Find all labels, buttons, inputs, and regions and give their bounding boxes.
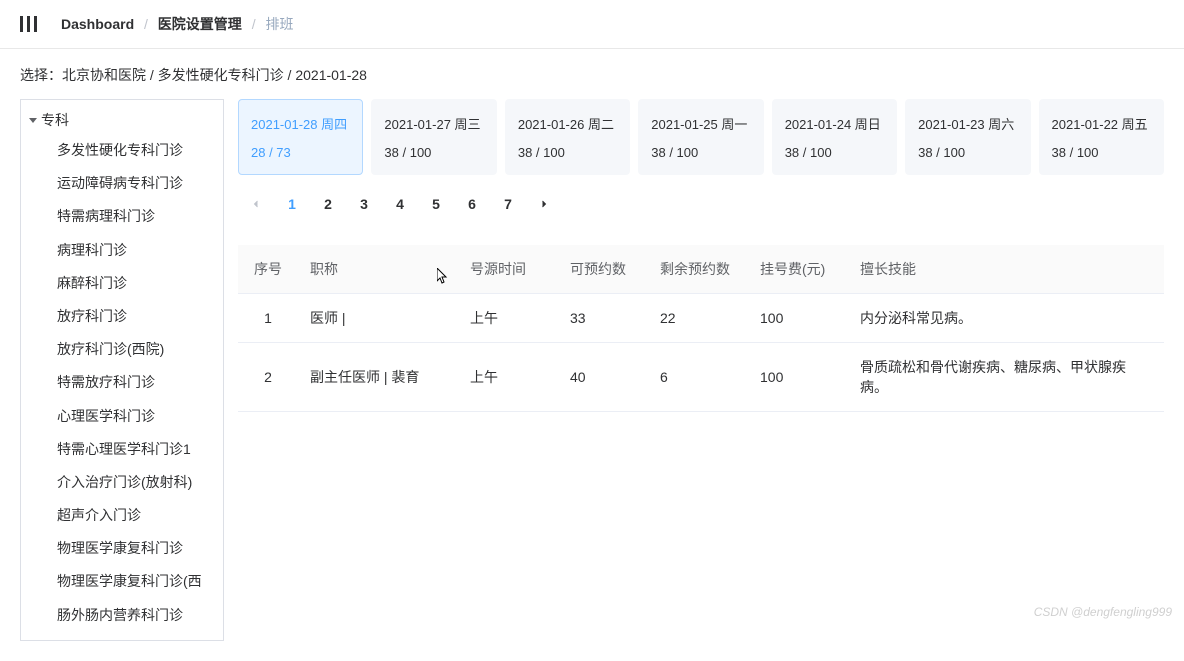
th-skill: 擅长技能 [848,245,1164,294]
tree-item[interactable]: 放疗科门诊 [21,300,223,333]
content-area: 选择：北京协和医院 / 多发性硬化专科门诊 / 2021-01-28 专科 多发… [0,49,1184,661]
pagination-page[interactable]: 4 [382,189,418,219]
tree-root-label: 专科 [41,110,69,130]
selection-path: 选择：北京协和医院 / 多发性硬化专科门诊 / 2021-01-28 [20,65,1164,85]
breadcrumb-hospital-settings[interactable]: 医院设置管理 [158,16,242,32]
th-title: 职称 [298,245,458,294]
tree-item[interactable]: 麻醉科门诊 [21,267,223,300]
cell-skill: 内分泌科常见病。 [848,294,1164,343]
th-fee: 挂号费(元) [748,245,848,294]
date-card-count: 28 / 73 [251,145,350,160]
pagination-prev[interactable] [238,189,274,219]
table-row: 2副主任医师 | 裴育上午406100骨质疏松和骨代谢疾病、糖尿病、甲状腺疾病。 [238,343,1164,412]
tree-item[interactable]: 超声介入门诊 [21,499,223,532]
date-card-count: 38 / 100 [651,145,750,160]
cell-title: 副主任医师 | 裴育 [298,343,458,412]
breadcrumb-schedule: 排班 [265,16,293,32]
breadcrumb-sep: / [144,16,148,32]
cell-skill: 骨质疏松和骨代谢疾病、糖尿病、甲状腺疾病。 [848,343,1164,412]
table-row: 1医师 | 上午3322100内分泌科常见病。 [238,294,1164,343]
cell-available: 40 [558,343,648,412]
date-card[interactable]: 2021-01-23 周六 38 / 100 [905,99,1030,175]
tree-item[interactable]: 物理医学康复科门诊 [21,532,223,565]
date-card-count: 38 / 100 [918,145,1017,160]
tree-item[interactable]: 心理医学科门诊 [21,400,223,433]
date-card-count: 38 / 100 [518,145,617,160]
date-card-title: 2021-01-23 周六 [918,114,1017,133]
cell-remain: 22 [648,294,748,343]
pagination-page[interactable]: 5 [418,189,454,219]
tree-item[interactable]: 特需心理医学科门诊1 [21,433,223,466]
breadcrumb-dashboard[interactable]: Dashboard [61,16,134,32]
pagination-page[interactable]: 2 [310,189,346,219]
date-card[interactable]: 2021-01-22 周五 38 / 100 [1039,99,1164,175]
tree-item[interactable]: 特需病理科门诊 [21,200,223,233]
breadcrumb: Dashboard / 医院设置管理 / 排班 [61,14,293,34]
schedule-table: 序号 职称 号源时间 可预约数 剩余预约数 挂号费(元) 擅长技能 1医师 | … [238,245,1164,412]
tree-item[interactable]: 病理科门诊 [21,234,223,267]
date-card-title: 2021-01-27 周三 [384,114,483,133]
tree-item[interactable]: 运动障碍病专科门诊 [21,167,223,200]
pagination: 1234567 [238,185,1164,223]
date-card[interactable]: 2021-01-24 周日 38 / 100 [772,99,897,175]
tree-item[interactable]: 特需放疗科门诊 [21,366,223,399]
header-bar: Dashboard / 医院设置管理 / 排班 [0,0,1184,49]
date-card[interactable]: 2021-01-28 周四 28 / 73 [238,99,363,175]
cell-remain: 6 [648,343,748,412]
pagination-page[interactable]: 6 [454,189,490,219]
date-card-title: 2021-01-24 周日 [785,114,884,133]
cell-time: 上午 [458,343,558,412]
breadcrumb-sep: / [252,16,256,32]
date-card-title: 2021-01-25 周一 [651,114,750,133]
cell-time: 上午 [458,294,558,343]
date-card-count: 38 / 100 [384,145,483,160]
watermark: CSDN @dengfengling999 [1034,605,1172,619]
date-card-title: 2021-01-28 周四 [251,114,350,133]
selection-hospital: 北京协和医院 [62,67,146,83]
th-index: 序号 [238,245,298,294]
date-card-title: 2021-01-26 周二 [518,114,617,133]
date-card-count: 38 / 100 [785,145,884,160]
cell-index: 1 [238,294,298,343]
chevron-right-icon [538,198,550,210]
th-remain: 剩余预约数 [648,245,748,294]
chevron-left-icon [250,198,262,210]
tree-item[interactable]: 多发性硬化专科门诊 [21,134,223,167]
pagination-page[interactable]: 1 [274,189,310,219]
th-time: 号源时间 [458,245,558,294]
date-card-title: 2021-01-22 周五 [1052,114,1151,133]
date-card[interactable]: 2021-01-25 周一 38 / 100 [638,99,763,175]
pagination-page[interactable]: 7 [490,189,526,219]
cell-fee: 100 [748,343,848,412]
tree-root-node[interactable]: 专科 [21,106,223,134]
cell-title: 医师 | [298,294,458,343]
date-card[interactable]: 2021-01-26 周二 38 / 100 [505,99,630,175]
th-available: 可预约数 [558,245,648,294]
date-card[interactable]: 2021-01-27 周三 38 / 100 [371,99,496,175]
cell-fee: 100 [748,294,848,343]
main-panel: 2021-01-28 周四 28 / 73 2021-01-27 周三 38 / 10… [238,99,1164,641]
pagination-page[interactable]: 3 [346,189,382,219]
tree-item[interactable]: 特需肠外肠内营养科门诊 [21,632,223,641]
cell-available: 33 [558,294,648,343]
pagination-next[interactable] [526,189,562,219]
selection-dept: 多发性硬化专科门诊 [158,67,284,83]
selection-date: 2021-01-28 [295,67,367,83]
tree-item[interactable]: 放疗科门诊(西院) [21,333,223,366]
cell-index: 2 [238,343,298,412]
caret-down-icon [29,118,37,123]
date-card-row: 2021-01-28 周四 28 / 73 2021-01-27 周三 38 / 10… [238,99,1164,175]
department-tree-sidebar[interactable]: 专科 多发性硬化专科门诊运动障碍病专科门诊特需病理科门诊病理科门诊麻醉科门诊放疗… [20,99,224,641]
selection-prefix: 选择： [20,67,62,83]
tree-item[interactable]: 物理医学康复科门诊(西 [21,565,223,598]
tree-item[interactable]: 介入治疗门诊(放射科) [21,466,223,499]
table-header-row: 序号 职称 号源时间 可预约数 剩余预约数 挂号费(元) 擅长技能 [238,245,1164,294]
date-card-count: 38 / 100 [1052,145,1151,160]
menu-toggle-icon[interactable] [20,16,37,32]
